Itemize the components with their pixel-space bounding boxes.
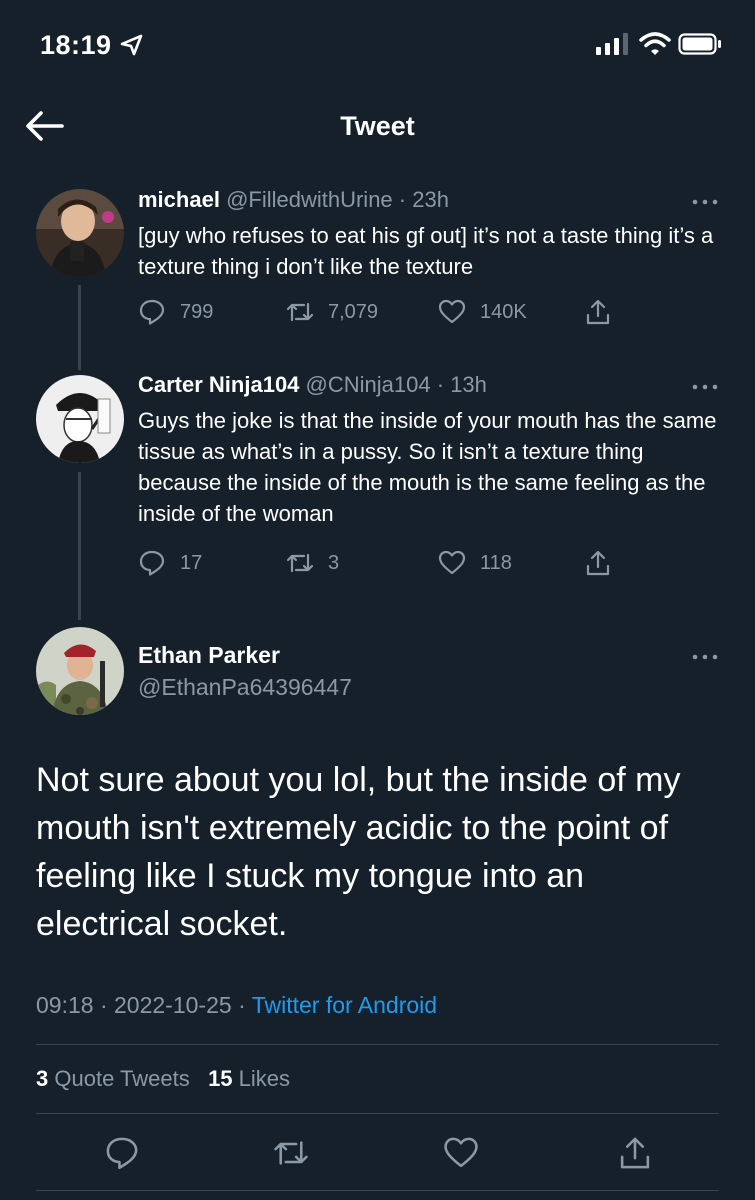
share-icon[interactable]	[617, 1135, 653, 1171]
author-handle[interactable]: @CNinja104	[306, 372, 431, 397]
main-tweet-actions	[0, 1135, 755, 1175]
like-label: Likes	[238, 1066, 291, 1091]
like-count: 15	[208, 1066, 233, 1091]
more-icon[interactable]	[690, 196, 720, 208]
thread-connector	[78, 285, 81, 370]
tweet-time[interactable]: 13h	[450, 372, 487, 397]
battery-icon	[678, 33, 721, 55]
author-name[interactable]: Ethan Parker	[138, 642, 280, 669]
retweet-icon	[286, 553, 314, 573]
tweet-stats: 3 Quote Tweets 15 Likes	[36, 1066, 290, 1092]
quote-label: Quote Tweets	[54, 1066, 190, 1091]
tweet-time[interactable]: 23h	[412, 187, 449, 212]
retweet-button[interactable]: 3	[286, 548, 339, 578]
reply-count: 17	[180, 551, 203, 574]
main-tweet-text: Not sure about you lol, but the inside o…	[36, 761, 681, 943]
separator: ·	[99, 992, 108, 1018]
tweet-text: [guy who refuses to eat his gf out] it’s…	[138, 223, 714, 279]
like-icon	[438, 299, 466, 324]
reply-icon	[139, 550, 165, 576]
retweet-icon	[286, 302, 314, 322]
reply-count: 799	[180, 300, 214, 323]
nav-bar: Tweet	[0, 92, 755, 162]
quote-count: 3	[36, 1066, 49, 1091]
tweet-text: Guys the joke is that the inside of your…	[138, 408, 717, 526]
like-button[interactable]: 140K	[438, 297, 527, 327]
signal-icon	[596, 33, 628, 55]
avatar[interactable]	[36, 627, 124, 715]
thread-connector	[78, 472, 81, 620]
author-name[interactable]: Carter Ninja104	[138, 372, 299, 397]
like-button[interactable]: 118	[438, 548, 512, 578]
divider	[36, 1190, 719, 1191]
wifi-icon	[639, 32, 671, 55]
share-icon	[586, 550, 610, 576]
tweet-meta: 09:18 · 2022-10-25 · Twitter for Android	[36, 992, 437, 1019]
tweet-date: 2022-10-25	[114, 992, 232, 1018]
like-icon[interactable]	[443, 1135, 479, 1171]
author-name[interactable]: michael	[138, 187, 220, 212]
divider	[36, 1113, 719, 1114]
more-icon[interactable]	[690, 381, 720, 393]
tweet-header: Carter Ninja104 @CNinja104 · 13h	[138, 372, 487, 398]
divider	[36, 1044, 719, 1045]
avatar[interactable]	[36, 189, 124, 277]
author-handle[interactable]: @FilledwithUrine	[226, 187, 393, 212]
separator: ·	[238, 992, 246, 1018]
quote-tweets-link[interactable]: 3 Quote Tweets	[36, 1066, 190, 1091]
like-count: 118	[480, 551, 512, 574]
likes-link[interactable]: 15 Likes	[208, 1066, 290, 1091]
separator: ·	[398, 187, 407, 212]
retweet-button[interactable]: 7,079	[286, 297, 378, 327]
author-handle[interactable]: @EthanPa64396447	[138, 674, 352, 701]
status-bar: 18:19	[0, 0, 755, 92]
status-time: 18:19	[40, 30, 112, 60]
avatar[interactable]	[36, 375, 124, 463]
retweet-count: 7,079	[328, 300, 379, 323]
share-button[interactable]	[584, 548, 612, 578]
tweet-header: michael @FilledwithUrine · 23h	[138, 187, 449, 213]
like-count: 140K	[480, 300, 527, 323]
retweet-icon[interactable]	[273, 1135, 309, 1171]
tweet-actions: 17 3 118	[138, 548, 638, 578]
page-title: Tweet	[340, 111, 415, 141]
share-icon	[586, 299, 610, 325]
share-button[interactable]	[584, 297, 612, 327]
reply-button[interactable]: 799	[138, 297, 213, 327]
reply-icon[interactable]	[104, 1135, 140, 1171]
location-arrow-icon	[120, 34, 143, 56]
more-icon[interactable]	[690, 651, 720, 663]
tweet-actions: 799 7,079 140K	[138, 297, 638, 327]
like-icon	[438, 550, 466, 575]
tweet-source-link[interactable]: Twitter for Android	[252, 992, 437, 1018]
separator: ·	[436, 372, 445, 397]
tweet-time: 09:18	[36, 992, 94, 1018]
retweet-count: 3	[328, 551, 340, 574]
reply-icon	[139, 299, 165, 325]
reply-button[interactable]: 17	[138, 548, 202, 578]
